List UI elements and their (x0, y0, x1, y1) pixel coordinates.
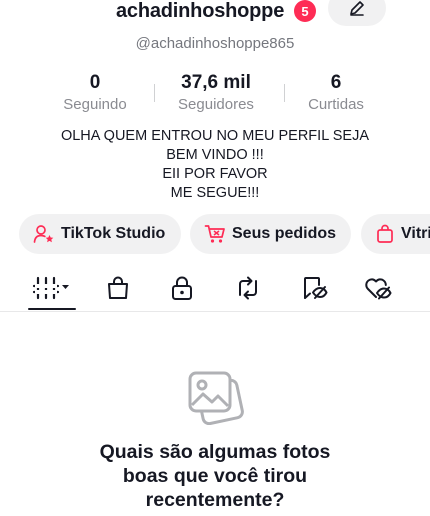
tab-videos[interactable] (30, 272, 74, 304)
profile-page: achadinhoshoppe 5 @achadinhoshoppe865 0 … (0, 0, 430, 516)
stat-following-label: Seguindo (63, 96, 127, 113)
stat-likes-label: Curtidas (308, 96, 364, 113)
tab-liked[interactable] (356, 272, 400, 304)
stat-followers-label: Seguidores (178, 96, 254, 113)
empty-state-line: recentemente? (145, 489, 285, 511)
tab-shop[interactable] (96, 272, 140, 304)
content-tabs (0, 266, 430, 312)
stat-likes-value: 6 (330, 72, 342, 93)
lock-icon (172, 276, 192, 300)
photos-icon (188, 371, 244, 425)
person-star-icon (33, 225, 54, 243)
profile-stats: 0 Seguindo 37,6 mil Seguidores 6 Curtida… (0, 72, 430, 116)
stat-likes[interactable]: 6 Curtidas (298, 72, 374, 115)
empty-state-message: Quais são algumas fotos boas que você ti… (0, 440, 430, 512)
profile-bio: OLHA QUEM ENTROU NO MEU PERFIL SEJA BEM … (0, 127, 430, 203)
stat-following-value: 0 (89, 72, 101, 93)
tab-reposts[interactable] (226, 272, 270, 304)
bio-line: ME SEGUE!!! (170, 185, 260, 201)
tiktok-studio-button[interactable]: TikTok Studio (19, 214, 181, 254)
cart-icon (204, 225, 225, 243)
stat-following[interactable]: 0 Seguindo (55, 72, 135, 115)
shopping-bag-icon (377, 224, 393, 243)
grid-filter-icon (32, 276, 69, 300)
tab-private[interactable] (160, 272, 204, 304)
stat-divider (284, 84, 285, 102)
shopping-bag-icon (108, 276, 128, 299)
empty-state-line: boas que você tirou (122, 465, 308, 487)
bio-line: EII POR FAVOR (162, 166, 268, 182)
user-handle-text: @achadinhoshoppe865 (135, 35, 295, 52)
username: achadinhoshoppe (116, 0, 285, 22)
edit-profile-button[interactable] (328, 0, 386, 26)
user-handle: @achadinhoshoppe865 (0, 35, 430, 52)
empty-state-line: Quais são algumas fotos (99, 441, 331, 463)
showcase-button[interactable]: Vitri (361, 214, 430, 254)
active-tab-indicator (28, 308, 76, 310)
bio-line: OLHA QUEM ENTROU NO MEU PERFIL SEJA (60, 128, 370, 144)
stat-followers-value: 37,6 mil (181, 72, 251, 93)
showcase-label: Vitri (401, 225, 430, 242)
hidden-liked-icon (365, 278, 392, 300)
profile-actions: TikTok Studio Seus pedidos Vitri (0, 214, 430, 254)
orders-label: Seus pedidos (232, 225, 337, 242)
profile-header: achadinhoshoppe 5 (0, 0, 430, 32)
repost-icon (239, 276, 257, 300)
notification-badge[interactable]: 5 (294, 0, 316, 22)
hidden-favorites-icon (304, 277, 328, 299)
pencil-icon (350, 1, 364, 16)
stat-divider (154, 84, 155, 102)
tab-favorites[interactable] (292, 272, 336, 304)
tiktok-studio-label: TikTok Studio (61, 225, 166, 242)
stat-followers[interactable]: 37,6 mil Seguidores (168, 72, 264, 115)
orders-button[interactable]: Seus pedidos (190, 214, 351, 254)
bio-line: BEM VINDO !!! (166, 147, 264, 163)
